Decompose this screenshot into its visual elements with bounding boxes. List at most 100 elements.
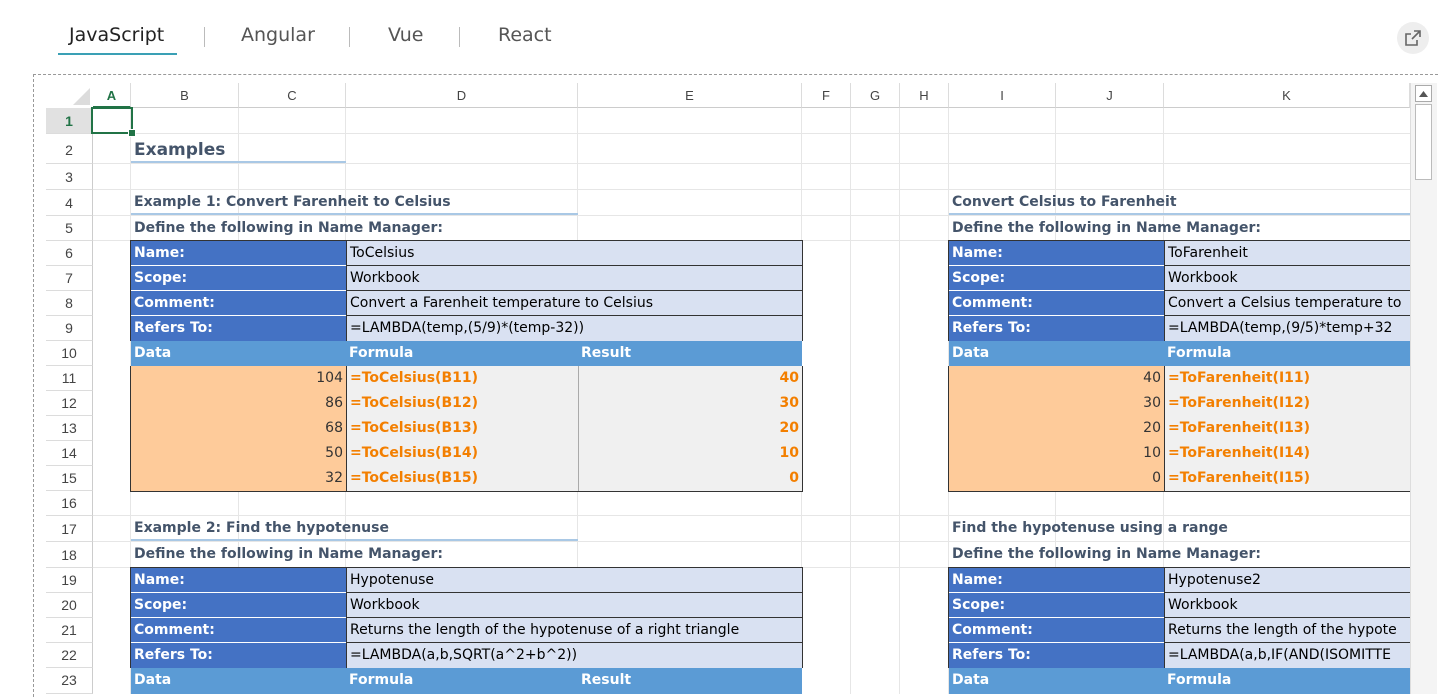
refers-to-value[interactable]: =LAMBDA(a,b,SQRT(a^2+b^2)) xyxy=(346,643,802,668)
name-value[interactable]: ToCelsius xyxy=(346,241,802,266)
row-header[interactable]: 19 xyxy=(46,568,93,593)
column-header-b[interactable]: B xyxy=(131,83,239,108)
formula-cell[interactable]: =ToFarenheit(I13) xyxy=(1164,416,1410,441)
example1-define-text[interactable]: Define the following in Name Manager: xyxy=(131,216,578,241)
row-header[interactable]: 2 xyxy=(46,134,93,164)
vertical-scrollbar[interactable] xyxy=(1410,83,1437,694)
column-header-d[interactable]: D xyxy=(346,83,578,108)
formula-cell[interactable]: =ToCelsius(B13) xyxy=(346,416,578,441)
col-header-formula[interactable]: Formula xyxy=(346,341,578,366)
example2-define-text[interactable]: Define the following in Name Manager: xyxy=(131,542,578,567)
row-header[interactable]: 4 xyxy=(46,190,93,216)
column-header-j[interactable]: J xyxy=(1056,83,1164,108)
example2-heading[interactable]: Example 2: Find the hypotenuse xyxy=(131,516,578,541)
formula-cell[interactable]: =ToFarenheit(I12) xyxy=(1164,391,1410,416)
row-header[interactable]: 12 xyxy=(46,391,93,416)
column-header-i[interactable]: I xyxy=(949,83,1056,108)
row-header[interactable]: 9 xyxy=(46,316,93,341)
col-header-result[interactable]: Result xyxy=(578,341,802,366)
data-cell[interactable]: 10 xyxy=(949,441,1164,466)
comment-value[interactable]: Returns the length of the hypote xyxy=(1164,618,1410,643)
row-header[interactable]: 16 xyxy=(46,491,93,516)
col-header-formula[interactable]: Formula xyxy=(346,668,578,694)
row-header[interactable]: 17 xyxy=(46,516,93,542)
scrollbar-thumb[interactable] xyxy=(1415,104,1432,180)
formula-cell[interactable]: =ToCelsius(B12) xyxy=(346,391,578,416)
scope-value[interactable]: Workbook xyxy=(1164,593,1410,618)
active-cell-a1[interactable] xyxy=(91,107,133,134)
name-value[interactable]: ToFarenheit xyxy=(1164,241,1410,266)
sheet-title[interactable]: Examples xyxy=(131,138,346,163)
col-header-data[interactable]: Data xyxy=(131,341,346,366)
refers-to-value[interactable]: =LAMBDA(temp,(5/9)*(temp-32)) xyxy=(346,316,802,341)
formula-cell[interactable]: =ToCelsius(B14) xyxy=(346,441,578,466)
data-cell[interactable]: 30 xyxy=(949,391,1164,416)
col-header-result[interactable]: Result xyxy=(578,668,802,694)
scope-value[interactable]: Workbook xyxy=(1164,266,1410,291)
scope-label[interactable]: Scope: xyxy=(949,593,1164,618)
row-header[interactable]: 13 xyxy=(46,416,93,441)
row-header[interactable]: 10 xyxy=(46,341,93,366)
comment-value[interactable]: Returns the length of the hypotenuse of … xyxy=(346,618,802,643)
scope-value[interactable]: Workbook xyxy=(346,266,802,291)
scroll-up-arrow-icon[interactable] xyxy=(1415,85,1432,102)
refers-to-label[interactable]: Refers To: xyxy=(949,316,1164,341)
data-cell[interactable]: 86 xyxy=(131,391,346,416)
data-cell[interactable]: 32 xyxy=(131,466,346,491)
row-header[interactable]: 23 xyxy=(46,668,93,694)
name-label[interactable]: Name: xyxy=(131,241,346,266)
data-cell[interactable]: 0 xyxy=(949,466,1164,491)
refers-to-label[interactable]: Refers To: xyxy=(949,643,1164,668)
result-cell[interactable]: 30 xyxy=(578,391,802,416)
comment-value[interactable]: Convert a Celsius temperature to xyxy=(1164,291,1410,316)
row-header[interactable]: 22 xyxy=(46,643,93,668)
name-value[interactable]: Hypotenuse xyxy=(346,568,802,593)
col-header-formula[interactable]: Formula xyxy=(1164,341,1410,366)
column-header-g[interactable]: G xyxy=(851,83,900,108)
comment-label[interactable]: Comment: xyxy=(949,291,1164,316)
result-cell[interactable]: 10 xyxy=(578,441,802,466)
example2b-heading[interactable]: Find the hypotenuse using a range xyxy=(949,516,1410,541)
column-header-c[interactable]: C xyxy=(239,83,346,108)
refers-to-label[interactable]: Refers To: xyxy=(131,643,346,668)
result-cell[interactable]: 0 xyxy=(578,466,802,491)
row-header[interactable]: 1 xyxy=(46,108,93,134)
fill-handle[interactable] xyxy=(128,129,136,137)
example2b-define-text[interactable]: Define the following in Name Manager: xyxy=(949,542,1410,567)
example1b-define-text[interactable]: Define the following in Name Manager: xyxy=(949,216,1410,241)
data-cell[interactable]: 40 xyxy=(949,366,1164,391)
scope-label[interactable]: Scope: xyxy=(131,266,346,291)
scope-label[interactable]: Scope: xyxy=(131,593,346,618)
name-label[interactable]: Name: xyxy=(949,241,1164,266)
formula-cell[interactable]: =ToCelsius(B11) xyxy=(346,366,578,391)
comment-label[interactable]: Comment: xyxy=(131,618,346,643)
row-header[interactable]: 18 xyxy=(46,542,93,568)
select-all-corner[interactable] xyxy=(46,83,93,108)
column-header-f[interactable]: F xyxy=(802,83,851,108)
refers-to-label[interactable]: Refers To: xyxy=(131,316,346,341)
name-value[interactable]: Hypotenuse2 xyxy=(1164,568,1410,593)
name-label[interactable]: Name: xyxy=(131,568,346,593)
result-cell[interactable]: 20 xyxy=(578,416,802,441)
scope-label[interactable]: Scope: xyxy=(949,266,1164,291)
row-header[interactable]: 14 xyxy=(46,441,93,466)
data-cell[interactable]: 104 xyxy=(131,366,346,391)
example1-heading[interactable]: Example 1: Convert Farenheit to Celsius xyxy=(131,190,578,215)
formula-cell[interactable]: =ToFarenheit(I11) xyxy=(1164,366,1410,391)
refers-to-value[interactable]: =LAMBDA(a,b,IF(AND(ISOMITTE xyxy=(1164,643,1410,668)
row-header[interactable]: 21 xyxy=(46,618,93,643)
data-cell[interactable]: 20 xyxy=(949,416,1164,441)
col-header-data[interactable]: Data xyxy=(131,668,346,694)
row-header[interactable]: 15 xyxy=(46,466,93,491)
formula-cell[interactable]: =ToFarenheit(I15) xyxy=(1164,466,1410,491)
name-label[interactable]: Name: xyxy=(949,568,1164,593)
data-cell[interactable]: 68 xyxy=(131,416,346,441)
comment-value[interactable]: Convert a Farenheit temperature to Celsi… xyxy=(346,291,802,316)
row-header[interactable]: 11 xyxy=(46,366,93,391)
col-header-data[interactable]: Data xyxy=(949,341,1164,366)
result-cell[interactable]: 40 xyxy=(578,366,802,391)
row-header[interactable]: 7 xyxy=(46,266,93,291)
column-header-h[interactable]: H xyxy=(900,83,949,108)
refers-to-value[interactable]: =LAMBDA(temp,(9/5)*temp+32 xyxy=(1164,316,1410,341)
row-header[interactable]: 5 xyxy=(46,216,93,241)
